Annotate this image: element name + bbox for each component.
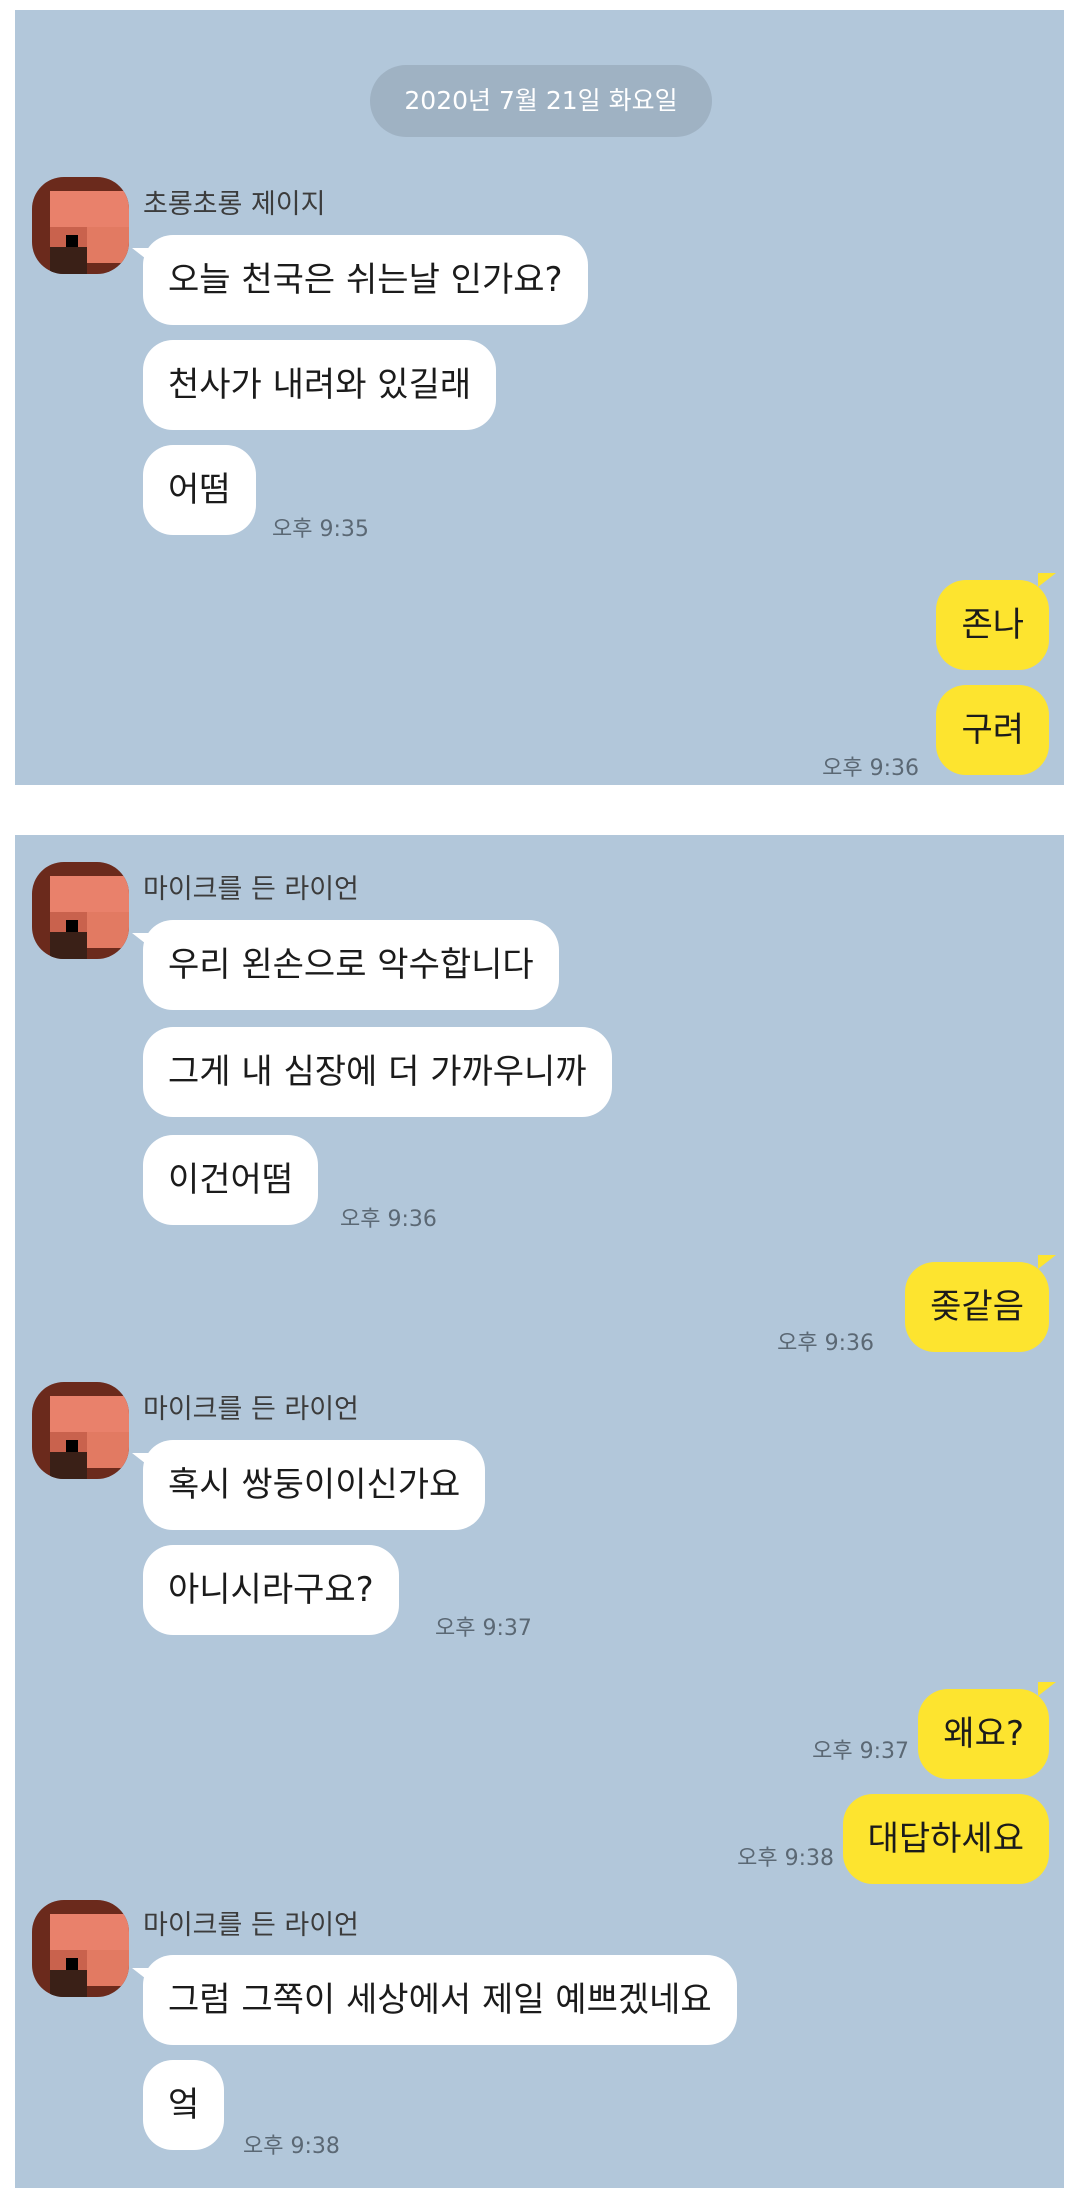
incoming-message-bubble[interactable]: 아니시라구요?	[143, 1545, 399, 1635]
sender-avatar-icon[interactable]	[32, 177, 129, 274]
bubble-tail	[1038, 1255, 1056, 1269]
message-timestamp: 오후 9:38	[243, 2134, 340, 2159]
sender-avatar-icon[interactable]	[32, 1900, 129, 1997]
incoming-message-bubble[interactable]: 오늘 천국은 쉬는날 인가요?	[143, 235, 588, 325]
incoming-message-bubble[interactable]: 우리 왼손으로 악수합니다	[143, 920, 559, 1010]
message-timestamp: 오후 9:37	[812, 1739, 909, 1764]
incoming-message-bubble[interactable]: 천사가 내려와 있길래	[143, 340, 497, 430]
incoming-message-bubble[interactable]: 어떰	[143, 445, 256, 535]
incoming-message-bubble[interactable]: 그게 내 심장에 더 가까우니까	[143, 1027, 612, 1117]
message-timestamp: 오후 9:36	[340, 1207, 437, 1232]
incoming-message-bubble[interactable]: 혹시 쌍둥이이신가요	[143, 1440, 486, 1530]
sender-avatar-icon[interactable]	[32, 1382, 129, 1479]
sender-name: 초롱초롱 제이지	[143, 189, 326, 220]
outgoing-message-bubble[interactable]: 왜요?	[918, 1689, 1049, 1779]
chat-panel-1: 2020년 7월 21일 화요일 초롱초롱 제이지 오늘 천국은 쉬는날 인가요…	[15, 10, 1064, 785]
outgoing-message-bubble[interactable]: 구려	[936, 685, 1049, 775]
incoming-message-bubble[interactable]: 엌	[143, 2060, 225, 2150]
sender-name: 마이크를 든 라이언	[143, 874, 359, 905]
sender-avatar-icon[interactable]	[32, 862, 129, 959]
message-timestamp: 오후 9:36	[777, 1331, 874, 1356]
incoming-message-bubble[interactable]: 이건어떰	[143, 1135, 319, 1225]
incoming-message-bubble[interactable]: 그럼 그쪽이 세상에서 제일 예쁘겠네요	[143, 1955, 737, 2045]
message-timestamp: 오후 9:37	[435, 1616, 532, 1641]
bubble-tail	[1038, 573, 1056, 587]
bubble-tail	[1038, 1682, 1056, 1696]
message-timestamp: 오후 9:38	[737, 1846, 834, 1871]
sender-name: 마이크를 든 라이언	[143, 1910, 359, 1941]
outgoing-message-bubble[interactable]: 좆같음	[905, 1262, 1049, 1352]
sender-name: 마이크를 든 라이언	[143, 1394, 359, 1425]
chat-panel-2: 마이크를 든 라이언 우리 왼손으로 악수합니다 그게 내 심장에 더 가까우니…	[15, 835, 1064, 2188]
outgoing-message-bubble[interactable]: 대답하세요	[842, 1794, 1049, 1884]
date-separator: 2020년 7월 21일 화요일	[370, 65, 712, 137]
message-timestamp: 오후 9:36	[822, 756, 919, 781]
message-timestamp: 오후 9:35	[272, 517, 369, 542]
outgoing-message-bubble[interactable]: 존나	[936, 580, 1049, 670]
